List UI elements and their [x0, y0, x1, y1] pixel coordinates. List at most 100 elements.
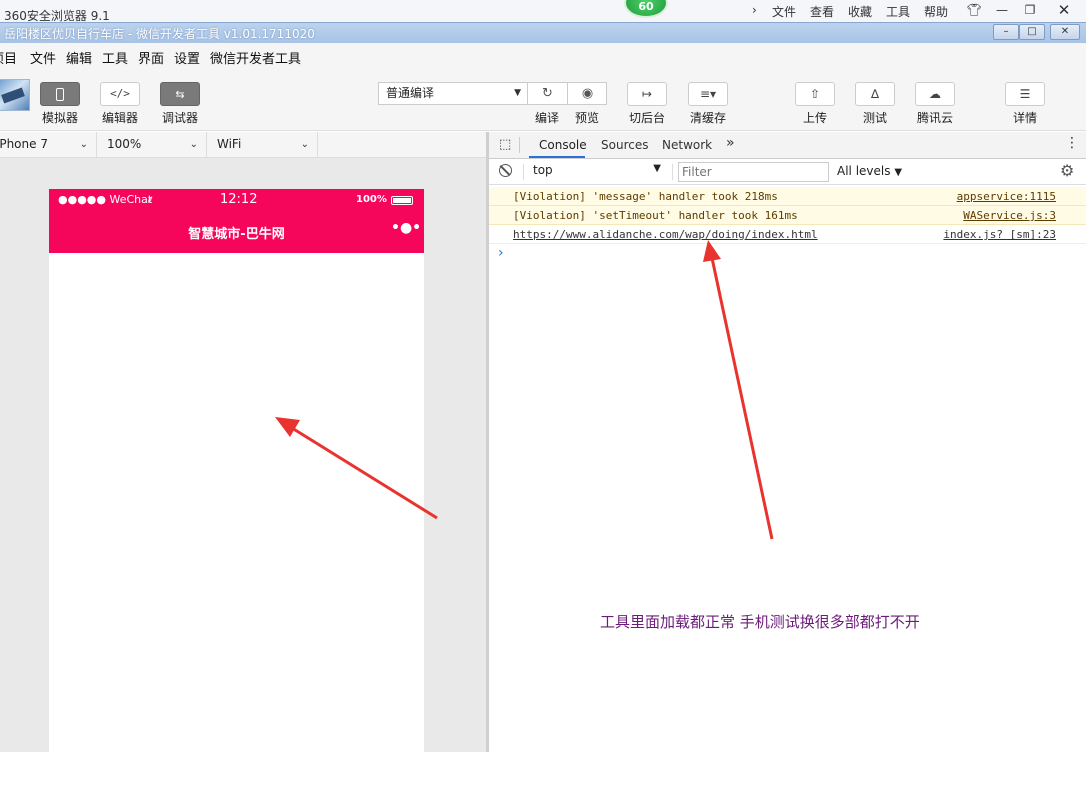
flask-icon: ∆ [870, 87, 880, 101]
device-value: iPhone 7 [0, 137, 48, 151]
caret-down-icon: ▼ [514, 88, 521, 98]
log-url-link[interactable]: https://www.alidanche.com/wap/doing/inde… [513, 225, 818, 244]
window-title-bar: 岳阳楼区优贝自行车店 - 微信开发者工具 v1.01.1711020 – □ ✕ [0, 22, 1086, 43]
device-select[interactable]: iPhone 7 ⌄ [0, 132, 97, 157]
inspect-element-icon[interactable]: ⬚ [499, 137, 511, 152]
browser-menu-tools[interactable]: 工具 [886, 3, 910, 20]
menu-wechat-devtools[interactable]: 微信开发者工具 [210, 48, 301, 67]
log-message: [Violation] 'message' handler took 218ms [513, 190, 778, 203]
compile-label[interactable]: 编译 [527, 109, 567, 126]
browser-title-strip: 360安全浏览器 9.1 60 › 文件 查看 收藏 工具 帮助 👕︎ — ❐ … [0, 0, 1086, 23]
compile-mode-value: 普通编译 [386, 86, 435, 100]
background-label: 切后台 [628, 111, 665, 125]
log-source-link[interactable]: appservice:1115 [957, 187, 1056, 206]
menu-project[interactable]: 项目 [0, 48, 17, 67]
menu-settings[interactable]: 设置 [174, 48, 200, 67]
upload-label: 上传 [802, 111, 827, 125]
speed-badge[interactable]: 60 [624, 0, 668, 18]
kebab-menu-icon[interactable]: ⋮ [1065, 135, 1079, 151]
menu-tools[interactable]: 工具 [102, 48, 128, 67]
simulator-button[interactable] [40, 82, 80, 106]
window-close-icon[interactable]: ✕ [1050, 24, 1080, 40]
details-label: 详情 [1012, 111, 1037, 125]
log-levels-select[interactable]: All levels ▼ [837, 164, 902, 178]
phone-icon [56, 88, 64, 101]
details-button[interactable]: ☰ [1005, 82, 1045, 106]
upload-icon: ⇧ [809, 87, 821, 101]
chevron-right-icon[interactable]: › [752, 3, 757, 17]
tab-divider [519, 137, 520, 153]
browser-menu-help[interactable]: 帮助 [924, 3, 948, 20]
tencent-cloud-label: 腾讯云 [916, 111, 953, 125]
preview-label[interactable]: 预览 [567, 109, 607, 126]
close-icon[interactable]: ✕ [1052, 2, 1076, 19]
swap-icon: ⇆ [175, 88, 185, 101]
network-select[interactable]: WiFi ⌄ [207, 132, 318, 157]
debugger-button[interactable]: ⇆ [160, 82, 200, 106]
console-filter-bar: top ▼ All levels ▼ ⚙︎ [489, 159, 1086, 185]
tab-console[interactable]: Console [539, 138, 587, 152]
filter-input[interactable] [678, 162, 829, 182]
clear-cache-label: 清缓存 [689, 111, 726, 125]
device-bar: iPhone 7 ⌄ 100% ⌄ WiFi ⌄ [0, 132, 488, 158]
compile-mode-select[interactable]: 普通编译 ▼ [378, 82, 528, 105]
more-menu-icon[interactable]: •●• [391, 220, 421, 236]
menu-bar: 项目 文件 编辑 工具 界面 设置 微信开发者工具 [0, 43, 1086, 69]
console-log-row: https://www.alidanche.com/wap/doing/inde… [489, 225, 1086, 244]
menu-edit[interactable]: 编辑 [66, 48, 92, 67]
cloud-icon: ☁︎ [929, 87, 941, 101]
test-button[interactable]: ∆ [855, 82, 895, 106]
eye-icon[interactable]: ◉ [568, 83, 607, 105]
test-label: 测试 [862, 111, 887, 125]
page-title: 智慧城市-巴牛网 [188, 227, 285, 242]
window-maximize-icon[interactable]: □ [1019, 24, 1045, 40]
zoom-select[interactable]: 100% ⌄ [97, 132, 207, 157]
refresh-icon[interactable]: ↻ [528, 83, 568, 105]
phone-nav-bar: 智慧城市-巴牛网 •●• [49, 211, 424, 253]
console-prompt[interactable]: › [498, 245, 504, 261]
clear-console-icon[interactable] [499, 164, 512, 177]
log-source-link[interactable]: WAService.js:3 [963, 206, 1056, 225]
clear-cache-button[interactable]: ≡▾ [688, 82, 728, 106]
log-levels-value: All levels [837, 164, 891, 178]
toolbar: 模拟器 </> 编辑器 ⇆ 调试器 普通编译 ▼ ↻ ◉ 编译 预览 ↦ 切后台… [0, 69, 1086, 131]
simulator-area: ●●●●● WeChat ⸙ 12:12 100% 智慧城市-巴牛网 •●• [0, 158, 488, 789]
filter-divider [523, 164, 524, 180]
phone-status-bar: ●●●●● WeChat ⸙ 12:12 100% [49, 189, 424, 211]
background-button[interactable]: ↦ [627, 82, 667, 106]
browser-menu-view[interactable]: 查看 [810, 3, 834, 20]
clock-text: 12:12 [220, 192, 258, 207]
phone-graphic-icon [1, 87, 25, 104]
debugger-label: 调试器 [161, 111, 198, 125]
browser-menu-favorites[interactable]: 收藏 [848, 3, 872, 20]
window-minimize-icon[interactable]: – [993, 24, 1019, 40]
editor-button[interactable]: </> [100, 82, 140, 106]
settings-gear-icon[interactable]: ⚙︎ [1060, 161, 1074, 180]
tab-network[interactable]: Network [662, 138, 712, 152]
tab-sources[interactable]: Sources [601, 138, 648, 152]
minimize-icon[interactable]: — [990, 2, 1014, 19]
layers-icon: ≡▾ [699, 87, 717, 101]
menu-file[interactable]: 文件 [30, 48, 56, 67]
context-select[interactable]: top ▼ [533, 163, 665, 181]
tencent-cloud-button[interactable]: ☁︎ [915, 82, 955, 106]
browser-menu-file[interactable]: 文件 [772, 3, 796, 20]
chevron-down-icon: ⌄ [79, 139, 88, 150]
chevron-down-icon: ⌄ [189, 139, 198, 150]
network-value: WiFi [217, 137, 242, 151]
more-tabs-icon[interactable]: » [726, 135, 735, 151]
restore-icon[interactable]: ❐ [1018, 2, 1042, 19]
switch-background-icon: ↦ [641, 87, 653, 101]
caret-down-icon: ▼ [653, 163, 661, 174]
avatar[interactable] [0, 79, 30, 111]
skin-icon[interactable]: 👕︎ [962, 2, 986, 19]
phone-screen[interactable]: ●●●●● WeChat ⸙ 12:12 100% 智慧城市-巴牛网 •●• [49, 189, 424, 789]
log-source-link[interactable]: index.js? [sm]:23 [943, 225, 1056, 244]
menu-view[interactable]: 界面 [138, 48, 164, 67]
window-title: 岳阳楼区优贝自行车店 - 微信开发者工具 v1.01.1711020 [4, 27, 315, 41]
upload-button[interactable]: ⇧ [795, 82, 835, 106]
carrier-text: ●●●●● WeChat [58, 193, 153, 206]
battery-text: 100% [356, 194, 387, 205]
compile-preview-group: ↻ ◉ [527, 82, 607, 105]
active-tab-indicator [529, 156, 585, 158]
